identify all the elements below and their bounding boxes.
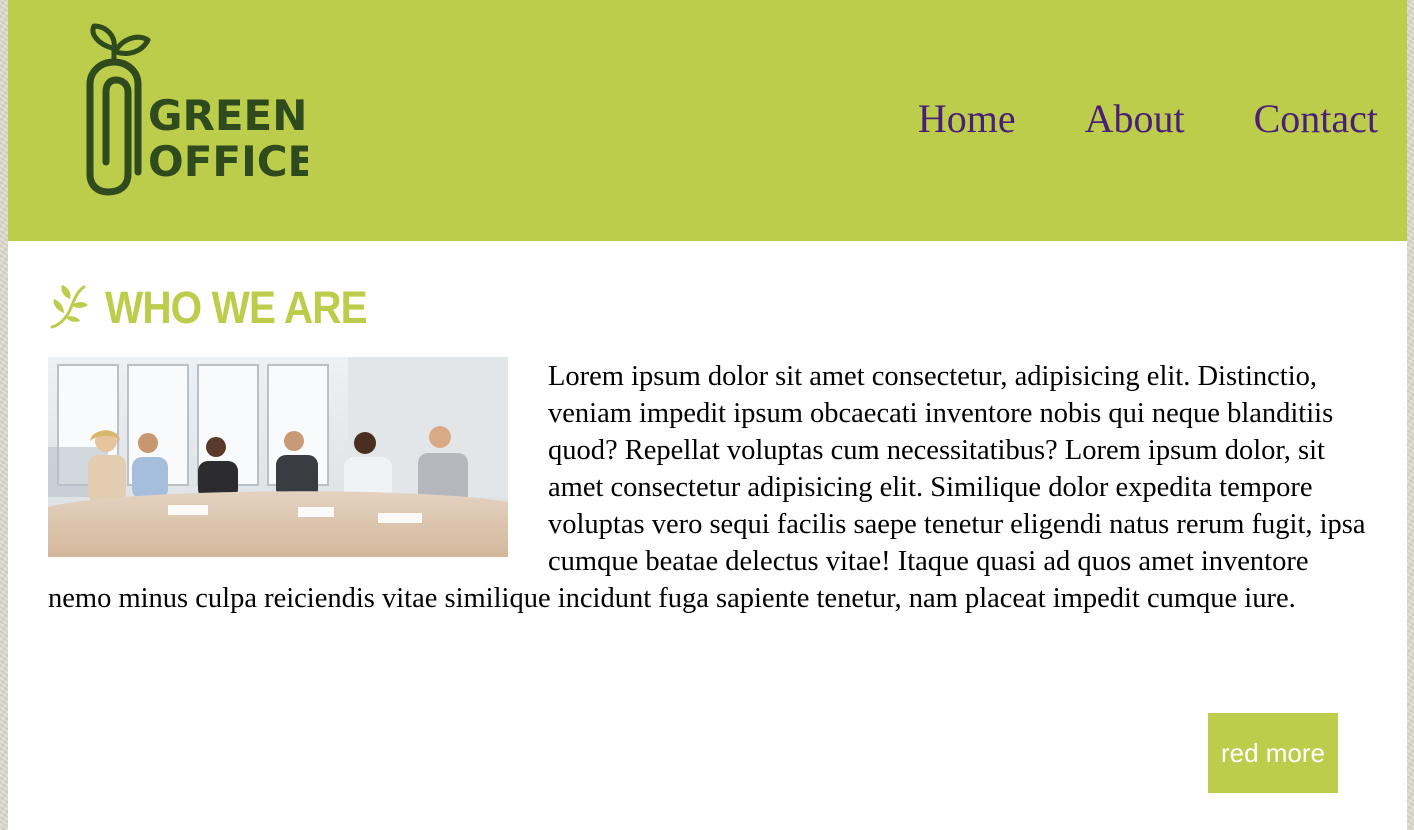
section-content: Lorem ipsum dolor sit amet consectetur, …: [48, 357, 1368, 616]
section-heading: WHO WE ARE: [48, 282, 396, 334]
leaf-icon: [50, 285, 88, 329]
nav-link-contact[interactable]: Contact: [1254, 96, 1378, 142]
paperclip-sprout-icon: GREEN OFFICE: [86, 23, 308, 196]
green-office-logo[interactable]: GREEN OFFICE: [76, 22, 308, 202]
logo-text-green: GREEN: [148, 91, 307, 140]
section-title: WHO WE ARE: [105, 282, 368, 333]
logo-text-office: OFFICE: [148, 137, 308, 186]
main-nav: Home About Contact: [849, 96, 1378, 142]
page: GREEN OFFICE Home About Contact WHO WE A…: [8, 0, 1407, 830]
read-more-button[interactable]: red more: [1208, 713, 1338, 793]
site-header: GREEN OFFICE Home About Contact: [8, 0, 1407, 241]
nav-link-about[interactable]: About: [1085, 96, 1185, 142]
section-body-text: Lorem ipsum dolor sit amet consectetur, …: [48, 361, 1366, 614]
nav-link-home[interactable]: Home: [918, 96, 1016, 142]
